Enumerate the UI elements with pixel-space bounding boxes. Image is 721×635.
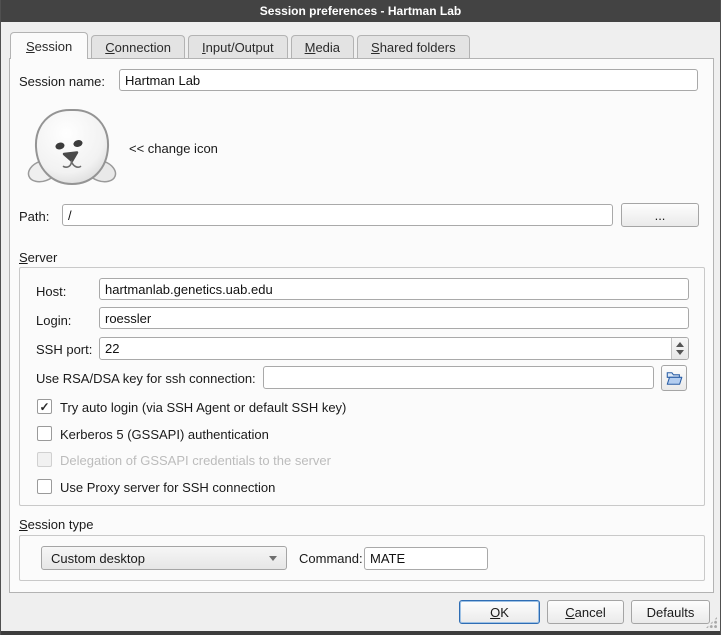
- host-input[interactable]: [99, 278, 689, 300]
- session-type-selected: Custom desktop: [51, 551, 145, 566]
- folder-open-icon: [666, 371, 683, 386]
- rsa-key-input[interactable]: [263, 366, 654, 389]
- checkbox-gssapi-delegation: [37, 452, 52, 467]
- try-auto-login-label[interactable]: Try auto login (via SSH Agent or default…: [60, 400, 346, 415]
- rsa-key-label: Use RSA/DSA key for ssh connection:: [36, 371, 256, 386]
- ssh-port-input[interactable]: [100, 338, 671, 359]
- defaults-button[interactable]: Defaults: [631, 600, 710, 624]
- tab-shared-folders-label: Shared folders: [371, 40, 456, 55]
- spinner-up-icon[interactable]: [676, 342, 684, 347]
- dropdown-arrow-icon: [269, 556, 277, 561]
- tab-input-output-label: Input/Output: [202, 40, 274, 55]
- ok-button-label: OK: [490, 605, 509, 620]
- window-title: Session preferences - Hartman Lab: [260, 4, 461, 18]
- path-label: Path:: [19, 209, 49, 224]
- ok-button[interactable]: OK: [459, 600, 540, 624]
- defaults-button-label: Defaults: [647, 605, 695, 620]
- ssh-port-spinbox: [99, 337, 689, 360]
- tab-bar: Session Connection Input/Output Media Sh…: [10, 32, 473, 58]
- kerberos-label[interactable]: Kerberos 5 (GSSAPI) authentication: [60, 427, 269, 442]
- browse-path-label: ...: [655, 208, 666, 223]
- host-label: Host:: [36, 284, 66, 299]
- spinner-down-icon[interactable]: [676, 350, 684, 355]
- window-bottom-border: [1, 631, 720, 635]
- path-input[interactable]: [62, 204, 613, 226]
- login-input[interactable]: [99, 307, 689, 329]
- use-proxy-label[interactable]: Use Proxy server for SSH connection: [60, 480, 275, 495]
- titlebar[interactable]: Session preferences - Hartman Lab: [1, 0, 720, 22]
- session-type-group-title: Session type: [19, 517, 93, 532]
- checkbox-kerberos[interactable]: [37, 426, 52, 441]
- command-label: Command:: [299, 551, 363, 566]
- command-input[interactable]: [364, 547, 488, 570]
- seal-icon: [27, 107, 117, 189]
- tab-connection-label: Connection: [105, 40, 171, 55]
- login-label: Login:: [36, 313, 71, 328]
- checkbox-use-proxy[interactable]: [37, 479, 52, 494]
- server-group-title: Server: [19, 250, 57, 265]
- tab-session-label: Session: [26, 39, 72, 54]
- gssapi-delegation-label: Delegation of GSSAPI credentials to the …: [60, 453, 331, 468]
- session-preferences-dialog: Session preferences - Hartman Lab Sessio…: [0, 0, 721, 635]
- tab-media[interactable]: Media: [291, 35, 354, 58]
- ssh-port-label: SSH port:: [36, 342, 92, 357]
- tab-session[interactable]: Session: [10, 32, 88, 59]
- session-icon-button[interactable]: [27, 107, 117, 190]
- tab-connection[interactable]: Connection: [91, 35, 185, 58]
- tab-shared-folders[interactable]: Shared folders: [357, 35, 470, 58]
- browse-rsa-key-button[interactable]: [661, 365, 687, 391]
- tab-input-output[interactable]: Input/Output: [188, 35, 288, 58]
- session-name-input[interactable]: [119, 69, 698, 91]
- tab-media-label: Media: [305, 40, 340, 55]
- checkbox-try-auto-login[interactable]: ✓: [37, 399, 52, 414]
- session-type-dropdown[interactable]: Custom desktop: [41, 546, 287, 570]
- ssh-port-spinner[interactable]: [671, 338, 688, 359]
- browse-path-button[interactable]: ...: [621, 203, 699, 227]
- cancel-button[interactable]: Cancel: [547, 600, 624, 624]
- cancel-button-label: Cancel: [565, 605, 605, 620]
- change-icon-hint: << change icon: [129, 141, 218, 156]
- session-name-label: Session name:: [19, 74, 105, 89]
